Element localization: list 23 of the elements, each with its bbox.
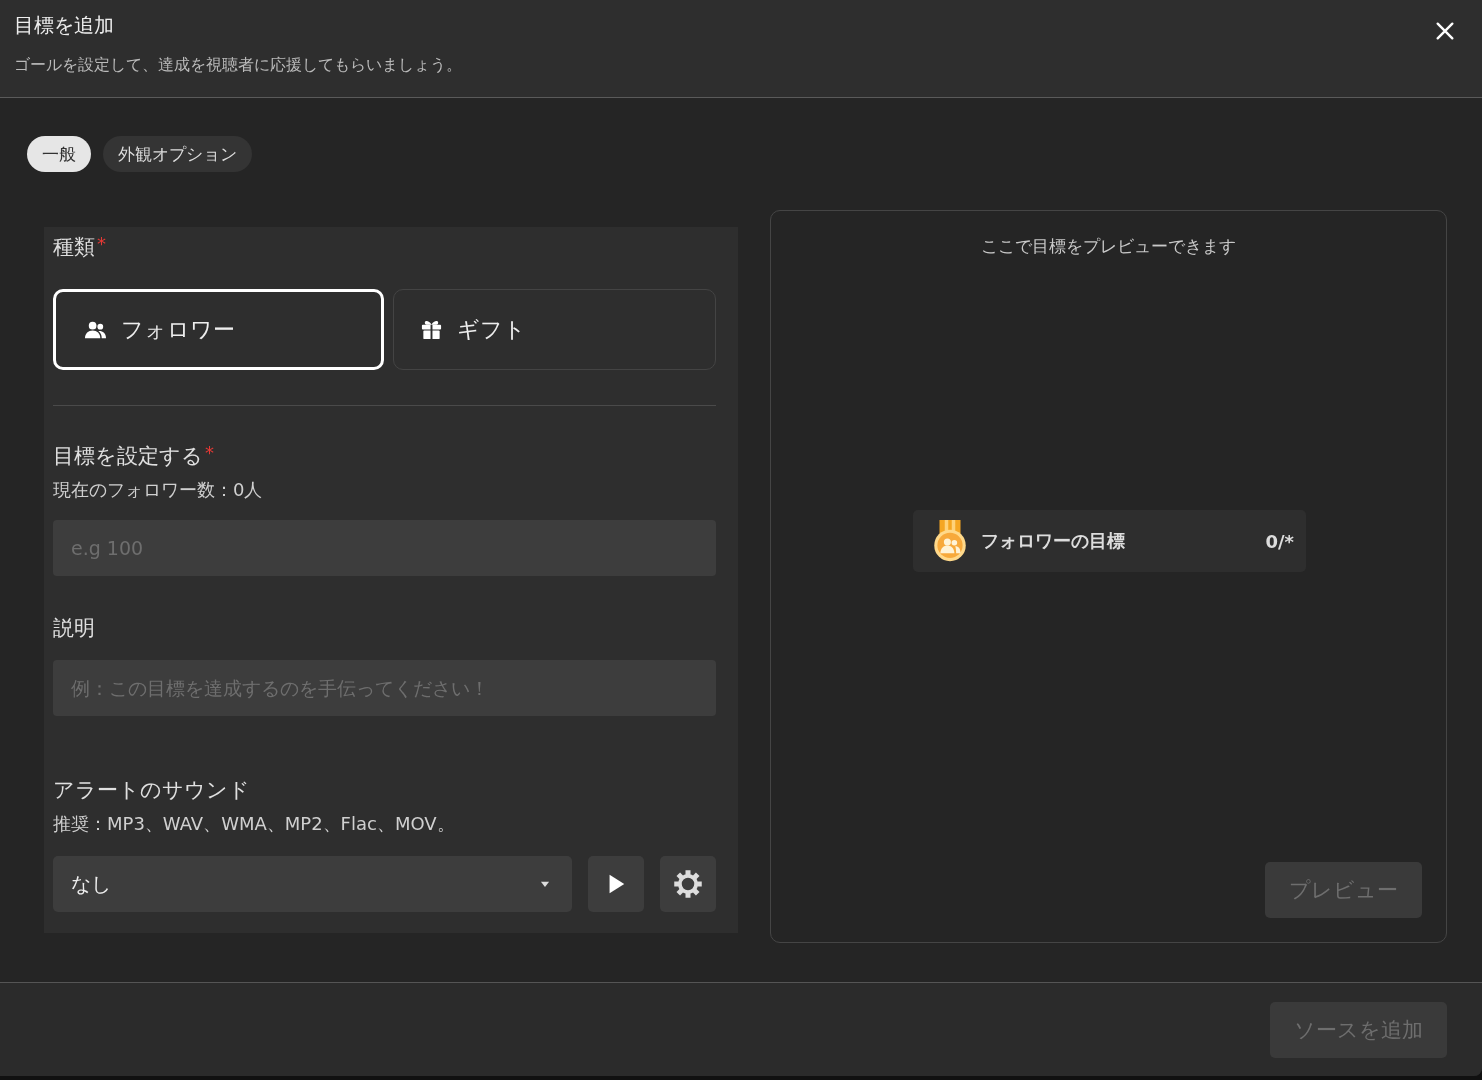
field-label: 種類 — [53, 234, 95, 261]
type-option[interactable]: フォロワー — [53, 289, 384, 370]
widget-title: フォロワーの目標 — [981, 529, 1126, 553]
field-label: アラートのサウンド — [53, 777, 251, 804]
type-option[interactable]: ギフト — [393, 289, 716, 370]
preview-hint: ここで目標をプレビューできます — [980, 235, 1237, 258]
field-label: 目標を設定する — [53, 443, 203, 470]
required-mark: * — [97, 233, 106, 254]
dialog-title: 目標を追加 — [14, 12, 115, 39]
settings-icon — [673, 869, 703, 899]
gift-icon — [420, 318, 443, 341]
current-count-text: 現在のフォロワー数：0人 — [53, 478, 264, 502]
close-icon — [1434, 20, 1456, 42]
required-mark: * — [205, 442, 214, 463]
tab[interactable]: 一般 — [27, 136, 91, 172]
widget-count: 0/* — [1265, 530, 1294, 552]
field-label: 説明 — [53, 615, 96, 642]
settings-button[interactable] — [660, 856, 716, 912]
format-hint-text: 推奨：MP3、WAV、WMA、MP2、Flac、MOV。 — [53, 812, 456, 836]
sound-dropdown[interactable]: なし — [53, 856, 572, 912]
play-button[interactable] — [588, 856, 644, 912]
dialog-subtitle: ゴールを設定して、達成を視聴者に応援してもらいましょう。 — [14, 55, 462, 76]
tab[interactable]: 外観オプション — [103, 136, 252, 172]
